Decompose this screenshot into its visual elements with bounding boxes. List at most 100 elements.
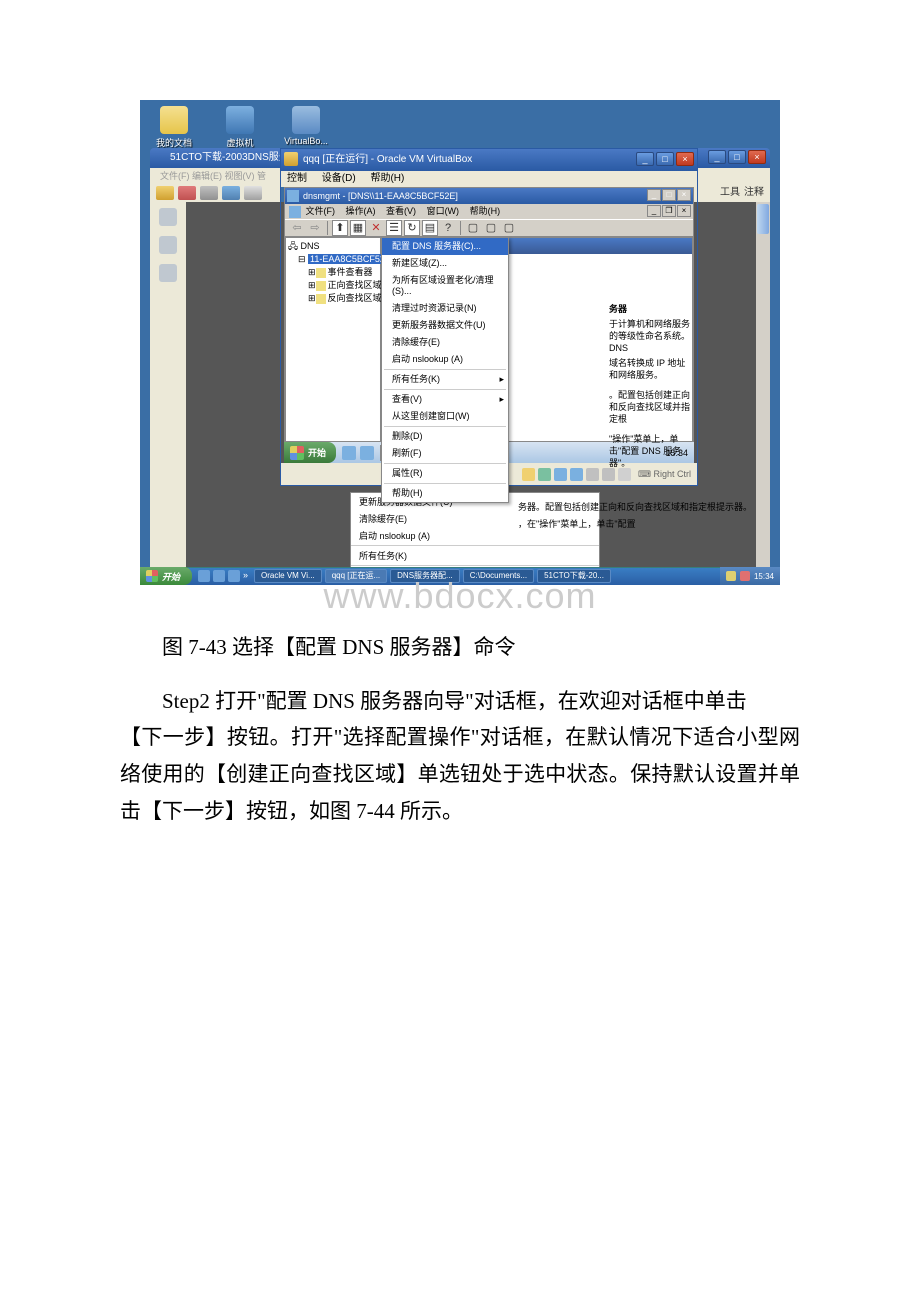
menu-item-scavenge[interactable]: 清理过时资源记录(N) [382,300,508,317]
desktop-icon-documents[interactable]: 我的文档 [150,106,198,149]
menu-item-configure-dns[interactable]: 配置 DNS 服务器(C)... [382,238,508,255]
help-icon[interactable]: ? [440,220,456,236]
tool-icon[interactable]: ▢ [501,220,517,236]
menu-item-refresh[interactable]: 刷新(F) [382,445,508,462]
menu-item-clear-cache[interactable]: 清除缓存(E) [382,334,508,351]
vm-start-button[interactable]: 开始 [284,442,336,463]
maximize-button[interactable]: □ [728,150,746,164]
tools-label[interactable]: 工具 [720,186,740,200]
refresh-icon[interactable]: ↻ [404,220,420,236]
menu-item-new-zone[interactable]: 新建区域(Z)... [382,255,508,272]
menu-item-delete[interactable]: 删除(D) [382,428,508,445]
menu-item-new-window[interactable]: 从这里创建窗口(W) [382,408,508,425]
tree-item-events[interactable]: ⊞事件查看器 [288,266,378,279]
info-line: "操作"菜单上，单击"配置 DNS 服务器"。 [609,433,692,469]
toolbar-button[interactable] [244,186,262,200]
folder-icon [160,106,188,134]
minimize-button[interactable]: _ [636,152,654,166]
para-line: 【下一步】按钮。打开"选择配置操作"对话框，在默认情况下适合小型网络使用的【创建… [120,725,800,823]
tree-root[interactable]: 🖧 DNS [288,240,378,253]
menu-item[interactable]: 所有任务(K) [351,547,599,564]
quicklaunch-icon[interactable] [342,446,356,460]
back-icon[interactable]: ⇦ [289,220,305,236]
close-button[interactable]: × [676,152,694,166]
status-cd-icon[interactable] [538,468,551,481]
annotate-label[interactable]: 注释 [744,186,764,200]
menu-item-aging[interactable]: 为所有区域设置老化/清理(S)... [382,272,508,300]
status-shared-icon[interactable] [586,468,599,481]
close-button[interactable]: × [677,189,691,201]
menu-file[interactable]: 文件(F) [306,206,336,216]
status-hdd-icon[interactable] [522,468,535,481]
dnsmgmt-titlebar[interactable]: dnsmgmt - [DNS\\11-EAA8C5BCF52E] _ □ × [285,188,693,204]
menu-control[interactable]: 控制 [287,173,307,184]
chevron-right-icon: ▸ [499,394,504,405]
scrollbar-thumb[interactable] [757,204,769,234]
export-icon[interactable]: ▤ [422,220,438,236]
info-line: 务器。配置包括创建正向和反向查找区域和指定根提示器。 [518,500,752,513]
virtualbox-titlebar[interactable]: qqq [正在运行] - Oracle VM VirtualBox _ □ × [281,149,697,171]
menu-separator [351,565,599,566]
up-icon[interactable]: ⬆ [332,220,348,236]
quicklaunch-icon[interactable] [360,446,374,460]
menu-help[interactable]: 帮助(H) [370,173,404,184]
dns-icon [287,190,299,202]
menu-item-properties[interactable]: 属性(R) [382,465,508,482]
app-icon [289,206,301,218]
virtualbox-icon [284,152,298,166]
separator [460,221,461,235]
virtualbox-menubar: 控制 设备(D) 帮助(H) [281,171,697,187]
properties-icon[interactable]: ☰ [386,220,402,236]
virtualbox-title: qqq [正在运行] - Oracle VM VirtualBox [303,154,472,165]
menu-item-help[interactable]: 帮助(H) [382,485,508,502]
status-usb-icon[interactable] [570,468,583,481]
pdf-menu-text[interactable]: 文件(F) 编辑(E) 视图(V) 管 [160,171,266,181]
toolbar-button[interactable] [156,186,174,200]
figure-caption: 图 7-43 选择【配置 DNS 服务器】命令 [120,631,800,665]
sidebar-icon[interactable] [159,208,177,226]
maximize-button[interactable]: □ [662,189,676,201]
mdi-restore-button[interactable]: ❐ [662,205,676,217]
menu-separator [351,545,599,546]
toolbar-button[interactable] [222,186,240,200]
menu-separator [384,463,506,464]
menu-item-nslookup[interactable]: 启动 nslookup (A) [382,351,508,368]
dnsmgmt-menubar: 文件(F) 操作(A) 查看(V) 窗口(W) 帮助(H) _ ❐ × [285,204,693,219]
desktop-icon-vm[interactable]: 虚拟机 [216,106,264,149]
menu-devices[interactable]: 设备(D) [322,173,356,184]
menu-view[interactable]: 查看(V) [386,206,416,216]
dns-info-text: 务器 于计算机和网络服务的等级性命名系统。DNS 域名转换成 IP 地址和网络服… [609,303,692,472]
show-hide-icon[interactable]: ▦ [350,220,366,236]
menu-action[interactable]: 操作(A) [346,206,376,216]
tree-item-reverse-zones[interactable]: ⊞反向查找区域 [288,292,378,305]
menu-item-all-tasks[interactable]: 所有任务(K)▸ [382,371,508,388]
close-button[interactable]: × [748,150,766,164]
dnsmgmt-toolbar: ⇦ ⇨ ⬆ ▦ ✕ ☰ ↻ ▤ ? ▢ ▢ ▢ [285,219,693,237]
tool-icon[interactable]: ▢ [465,220,481,236]
menu-help[interactable]: 帮助(H) [470,206,501,216]
delete-icon[interactable]: ✕ [368,220,384,236]
forward-icon[interactable]: ⇨ [307,220,323,236]
minimize-button[interactable]: _ [647,189,661,201]
sidebar-icon[interactable] [159,264,177,282]
status-net-icon[interactable] [554,468,567,481]
page-content: 我的文档 虚拟机 VirtualBo... 51CTO下载-2003DNS服务 … [0,0,920,870]
desktop-icon-virtualbox[interactable]: VirtualBo... [282,106,330,149]
menu-separator [384,369,506,370]
tree-item-forward-zones[interactable]: ⊞正向查找区域 [288,279,378,292]
toolbar-button[interactable] [178,186,196,200]
mdi-minimize-button[interactable]: _ [647,205,661,217]
mdi-close-button[interactable]: × [677,205,691,217]
sidebar-icon[interactable] [159,236,177,254]
chevron-right-icon: ▸ [499,374,504,385]
tree-server[interactable]: ⊟ 11-EAA8C5BCF52E [288,253,378,266]
pdf-scrollbar[interactable] [756,202,770,567]
toolbar-button[interactable] [200,186,218,200]
maximize-button[interactable]: □ [656,152,674,166]
tool-icon[interactable]: ▢ [483,220,499,236]
menu-item-update-files[interactable]: 更新服务器数据文件(U) [382,317,508,334]
menu-separator [384,426,506,427]
menu-window[interactable]: 窗口(W) [427,206,460,216]
minimize-button[interactable]: _ [708,150,726,164]
menu-item-view[interactable]: 查看(V)▸ [382,391,508,408]
